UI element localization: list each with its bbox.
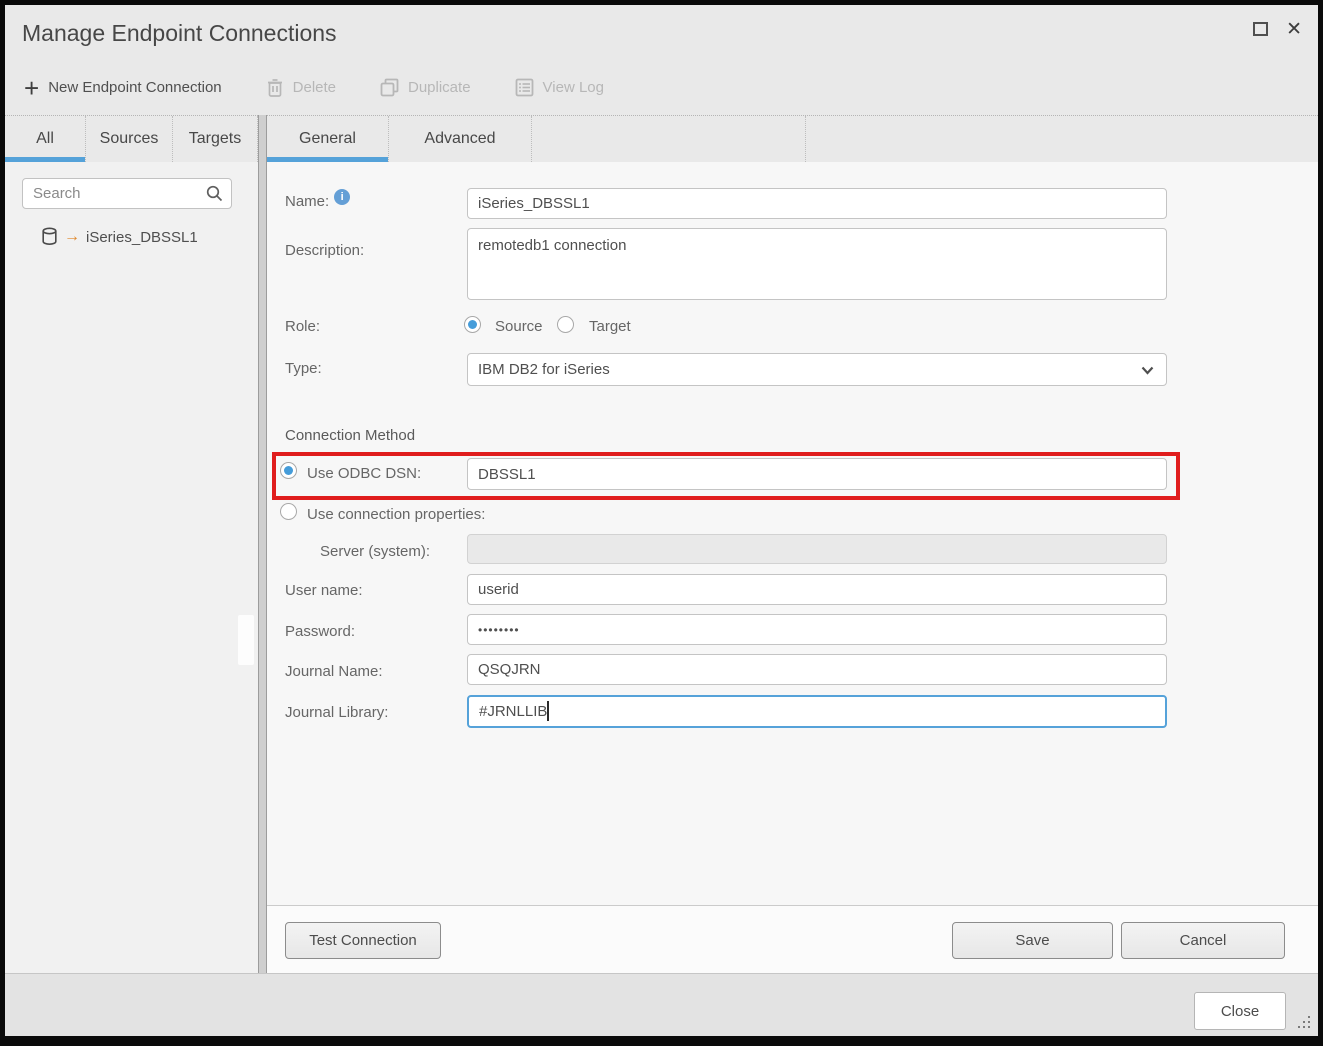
delete-button[interactable]: Delete xyxy=(266,78,336,97)
close-icon[interactable]: ✕ xyxy=(1286,20,1302,39)
endpoint-name: iSeries_DBSSL1 xyxy=(86,229,198,246)
user-name-label: User name: xyxy=(285,582,363,599)
server-label: Server (system): xyxy=(320,543,430,560)
info-icon[interactable]: i xyxy=(334,189,350,205)
tab-advanced-label: Advanced xyxy=(424,130,495,148)
trash-icon xyxy=(266,78,284,97)
type-select-value: IBM DB2 for iSeries xyxy=(478,361,610,378)
use-odbc-dsn-label[interactable]: Use ODBC DSN: xyxy=(307,465,421,482)
tab-general-label: General xyxy=(299,130,356,148)
tab-strip: All Sources Targets General Advanced xyxy=(5,115,1318,162)
tab-general[interactable]: General xyxy=(267,116,389,162)
duplicate-label: Duplicate xyxy=(408,79,471,96)
server-input xyxy=(467,534,1167,564)
tab-advanced[interactable]: Advanced xyxy=(389,116,532,162)
test-connection-button[interactable]: Test Connection xyxy=(285,922,441,959)
role-source-radio[interactable] xyxy=(464,316,481,333)
search-icon xyxy=(206,185,223,202)
name-label: Name:i xyxy=(285,189,350,210)
general-form: Name:i Description: remotedb1 connection… xyxy=(267,162,1318,905)
save-button[interactable]: Save xyxy=(952,922,1113,959)
endpoint-list-item[interactable]: → iSeries_DBSSL1 xyxy=(5,222,258,252)
connection-method-heading: Connection Method xyxy=(285,427,415,444)
tab-all-label: All xyxy=(36,130,54,148)
view-log-button[interactable]: View Log xyxy=(515,78,604,97)
window-controls: ✕ xyxy=(1253,18,1302,40)
duplicate-icon xyxy=(380,78,399,97)
description-textarea[interactable]: remotedb1 connection xyxy=(467,228,1167,300)
tab-sources[interactable]: Sources xyxy=(86,116,173,162)
use-connection-properties-radio[interactable] xyxy=(280,503,297,520)
new-endpoint-label: New Endpoint Connection xyxy=(48,79,221,96)
tab-strip-spacer xyxy=(532,116,806,162)
delete-label: Delete xyxy=(293,79,336,96)
journal-library-input[interactable] xyxy=(467,695,1167,728)
name-input[interactable] xyxy=(467,188,1167,219)
endpoint-detail-panel: Name:i Description: remotedb1 connection… xyxy=(267,162,1318,973)
tab-targets-label: Targets xyxy=(189,130,241,148)
dialog-title: Manage Endpoint Connections xyxy=(22,20,337,47)
role-target-radio[interactable] xyxy=(557,316,574,333)
panel-splitter[interactable] xyxy=(258,115,267,973)
maximize-icon[interactable] xyxy=(1253,22,1268,36)
search-input[interactable] xyxy=(23,179,195,208)
log-icon xyxy=(515,78,534,97)
type-label: Type: xyxy=(285,360,322,377)
tab-targets[interactable]: Targets xyxy=(173,116,258,162)
dialog-window: Manage Endpoint Connections ✕ + New Endp… xyxy=(5,5,1318,1036)
type-select[interactable]: IBM DB2 for iSeries xyxy=(467,353,1167,386)
toolbar: + New Endpoint Connection Delete Duplica… xyxy=(5,60,1318,115)
text-cursor xyxy=(547,701,549,721)
new-endpoint-connection-button[interactable]: + New Endpoint Connection xyxy=(24,78,222,98)
duplicate-button[interactable]: Duplicate xyxy=(380,78,471,97)
journal-name-label: Journal Name: xyxy=(285,663,383,680)
role-label: Role: xyxy=(285,318,320,335)
journal-library-label: Journal Library: xyxy=(285,704,388,721)
close-button[interactable]: Close xyxy=(1194,992,1286,1030)
role-target-label[interactable]: Target xyxy=(589,318,631,335)
tab-sources-label: Sources xyxy=(100,130,159,148)
odbc-dsn-input[interactable] xyxy=(467,458,1167,490)
password-label: Password: xyxy=(285,623,355,640)
role-source-label[interactable]: Source xyxy=(495,318,543,335)
view-log-label: View Log xyxy=(543,79,604,96)
journal-name-input[interactable] xyxy=(467,654,1167,685)
plus-icon: + xyxy=(24,78,39,98)
dialog-footer: Close xyxy=(5,973,1318,1036)
cancel-button[interactable]: Cancel xyxy=(1121,922,1285,959)
endpoint-list-panel: → iSeries_DBSSL1 xyxy=(5,162,258,973)
title-bar: Manage Endpoint Connections ✕ xyxy=(5,5,1318,60)
user-name-input[interactable] xyxy=(467,574,1167,605)
left-panel-scrollbar-thumb[interactable] xyxy=(238,615,254,665)
use-odbc-dsn-radio[interactable] xyxy=(280,462,297,479)
chevron-down-icon xyxy=(1141,366,1154,375)
database-icon xyxy=(41,227,58,247)
description-label: Description: xyxy=(285,242,364,259)
tab-all[interactable]: All xyxy=(5,116,86,162)
form-button-row: Test Connection Save Cancel xyxy=(267,905,1318,973)
resize-grip-icon[interactable] xyxy=(1298,1016,1312,1030)
search-box xyxy=(22,178,232,209)
password-input[interactable] xyxy=(467,614,1167,645)
use-connection-properties-label[interactable]: Use connection properties: xyxy=(307,506,485,523)
source-arrow-icon: → xyxy=(64,229,80,245)
